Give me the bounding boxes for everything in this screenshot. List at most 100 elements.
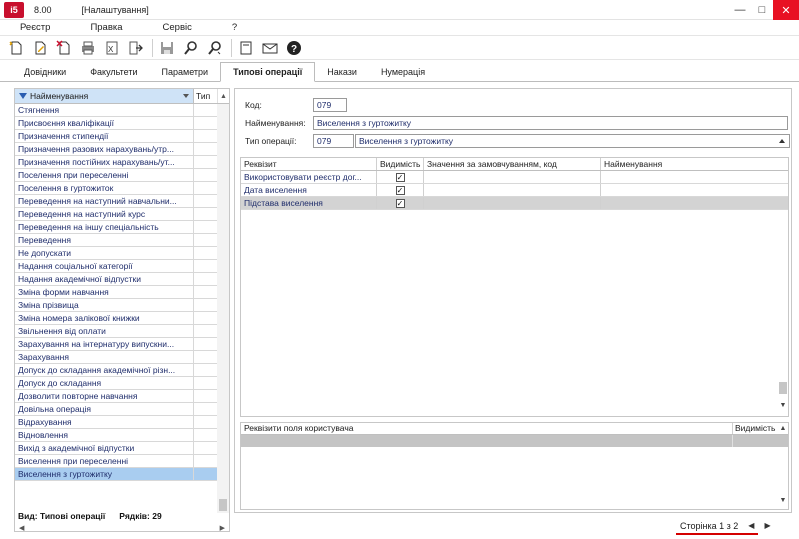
tab-numbering[interactable]: Нумерація: [369, 63, 437, 81]
list-item[interactable]: Поселення при переселенні: [15, 169, 217, 182]
scrollbar-thumb[interactable]: [219, 499, 227, 511]
default-value-cell[interactable]: [423, 197, 600, 209]
column-filter-icon[interactable]: [183, 94, 189, 98]
table-row[interactable]: Використовувати реєстр дог... ✓: [241, 171, 788, 184]
list-item[interactable]: Відрахування: [15, 416, 217, 429]
name-field[interactable]: Виселення з гуртожитку: [313, 116, 788, 130]
list-item[interactable]: Зміна номера залікової книжки: [15, 312, 217, 325]
tab-parameters[interactable]: Параметри: [150, 63, 221, 81]
export-icon[interactable]: [126, 38, 146, 58]
new-icon[interactable]: [6, 38, 26, 58]
maximize-button[interactable]: □: [751, 0, 773, 20]
list-item[interactable]: Виселення з гуртожитку: [15, 468, 217, 481]
column-name-header[interactable]: Найменування: [15, 89, 193, 103]
search-next-icon[interactable]: [205, 38, 225, 58]
col-user-visibility[interactable]: Видимість: [732, 423, 776, 434]
list-item[interactable]: Стягнення: [15, 104, 217, 117]
list-item[interactable]: Допуск до складання: [15, 377, 217, 390]
list-item[interactable]: Переведення: [15, 234, 217, 247]
edit-icon[interactable]: [30, 38, 50, 58]
properties-grid-scrollbar[interactable]: ▼: [778, 158, 788, 416]
list-item[interactable]: Відновлення: [15, 429, 217, 442]
list-item[interactable]: Присвоєння кваліфікації: [15, 117, 217, 130]
list-item[interactable]: Звільнення від оплати: [15, 325, 217, 338]
save-icon[interactable]: [157, 38, 177, 58]
print-icon[interactable]: [78, 38, 98, 58]
list-header: Найменування Тип ▲: [15, 89, 229, 104]
help-icon[interactable]: ?: [284, 38, 304, 58]
form-icon[interactable]: [236, 38, 256, 58]
default-value-cell[interactable]: [423, 184, 600, 196]
tab-orders[interactable]: Накази: [315, 63, 369, 81]
table-row[interactable]: Дата виселення ✓: [241, 184, 788, 197]
list-item-name: Допуск до складання: [18, 378, 102, 388]
list-vertical-scrollbar[interactable]: [217, 104, 229, 513]
list-item-name: Звільнення від оплати: [18, 326, 106, 336]
list-item[interactable]: Призначення постійних нарахувань/ут...: [15, 156, 217, 169]
scroll-left-icon[interactable]: ◀: [19, 524, 24, 532]
col-title[interactable]: Найменування: [600, 158, 778, 170]
tab-faculties[interactable]: Факультети: [78, 63, 149, 81]
next-page-icon[interactable]: ▶: [764, 521, 770, 530]
list-item[interactable]: Надання соціальної категорії: [15, 260, 217, 273]
list-item[interactable]: Зарахування на інтернатуру випускни...: [15, 338, 217, 351]
column-type-header[interactable]: Тип: [193, 89, 217, 103]
table-row[interactable]: [241, 435, 788, 447]
scrollbar-thumb[interactable]: [779, 382, 787, 394]
list-item[interactable]: Переведення на наступний навчальни...: [15, 195, 217, 208]
list-item[interactable]: Зміна форми навчання: [15, 286, 217, 299]
prev-page-icon[interactable]: ◀: [748, 521, 754, 530]
menu-service[interactable]: Сервіс: [163, 22, 192, 33]
scroll-right-icon[interactable]: ▶: [220, 524, 225, 532]
list-item-name: Переведення: [18, 235, 71, 245]
menu-registry[interactable]: Реєстр: [20, 22, 50, 33]
list-item[interactable]: Переведення на іншу спеціальність: [15, 221, 217, 234]
scroll-up-icon[interactable]: ▲: [778, 425, 788, 432]
tab-typical-operations[interactable]: Типові операції: [220, 62, 316, 82]
operation-type-code-field[interactable]: 079: [313, 134, 354, 148]
menu-edit[interactable]: Правка: [90, 22, 122, 33]
list-item[interactable]: Дозволити повторне навчання: [15, 390, 217, 403]
col-default-value[interactable]: Значення за замовчуванням, код: [423, 158, 600, 170]
col-attribute[interactable]: Реквізит: [241, 158, 376, 170]
col-visibility[interactable]: Видимість: [376, 158, 423, 170]
operation-type-select[interactable]: Виселення з гуртожитку: [355, 134, 790, 148]
search-icon[interactable]: [181, 38, 201, 58]
page-indicator-underline: [676, 533, 758, 535]
list-item-name: Надання соціальної категорії: [18, 261, 133, 271]
user-fields-scrollbar[interactable]: ▲ ▼: [778, 423, 788, 509]
code-field[interactable]: 079: [313, 98, 347, 112]
list-item[interactable]: Призначення стипендії: [15, 130, 217, 143]
list-item[interactable]: Переведення на наступний курс: [15, 208, 217, 221]
visibility-cell: ✓: [376, 184, 423, 196]
visibility-checkbox[interactable]: ✓: [395, 185, 405, 195]
mail-icon[interactable]: [260, 38, 280, 58]
scroll-down-icon[interactable]: ▼: [778, 497, 788, 504]
list-item[interactable]: Зарахування: [15, 351, 217, 364]
list-item[interactable]: Зміна прізвища: [15, 299, 217, 312]
delete-icon[interactable]: [54, 38, 74, 58]
scroll-up-icon[interactable]: ▲: [217, 89, 229, 103]
menu-help[interactable]: ?: [232, 22, 237, 33]
excel-icon[interactable]: X: [102, 38, 122, 58]
col-user-attributes[interactable]: Реквізити поля користувача: [241, 423, 732, 434]
tab-directories[interactable]: Довідники: [12, 63, 78, 81]
visibility-checkbox[interactable]: ✓: [395, 198, 405, 208]
list-item[interactable]: Виселення при переселенні: [15, 455, 217, 468]
table-row[interactable]: Підстава виселення ✓: [241, 197, 788, 210]
list-item[interactable]: Надання академічної відпустки: [15, 273, 217, 286]
list-item[interactable]: Вихід з академічної відпустки: [15, 442, 217, 455]
scroll-down-icon[interactable]: ▼: [778, 402, 788, 409]
close-button[interactable]: ✕: [773, 0, 799, 20]
list-item-name: Вихід з академічної відпустки: [18, 443, 135, 453]
list-item[interactable]: Довільна операція: [15, 403, 217, 416]
default-value-cell[interactable]: [423, 171, 600, 183]
dropdown-arrow-icon[interactable]: [779, 139, 785, 143]
list-item[interactable]: Поселення в гуртожиток: [15, 182, 217, 195]
list-item[interactable]: Призначення разових нарахувань/утр...: [15, 143, 217, 156]
visibility-checkbox[interactable]: ✓: [395, 172, 405, 182]
list-item[interactable]: Допуск до складання академічної різн...: [15, 364, 217, 377]
list-item[interactable]: Не допускати: [15, 247, 217, 260]
minimize-button[interactable]: —: [729, 0, 751, 20]
list-horizontal-scrollbar[interactable]: ◀ ▶: [15, 523, 229, 532]
